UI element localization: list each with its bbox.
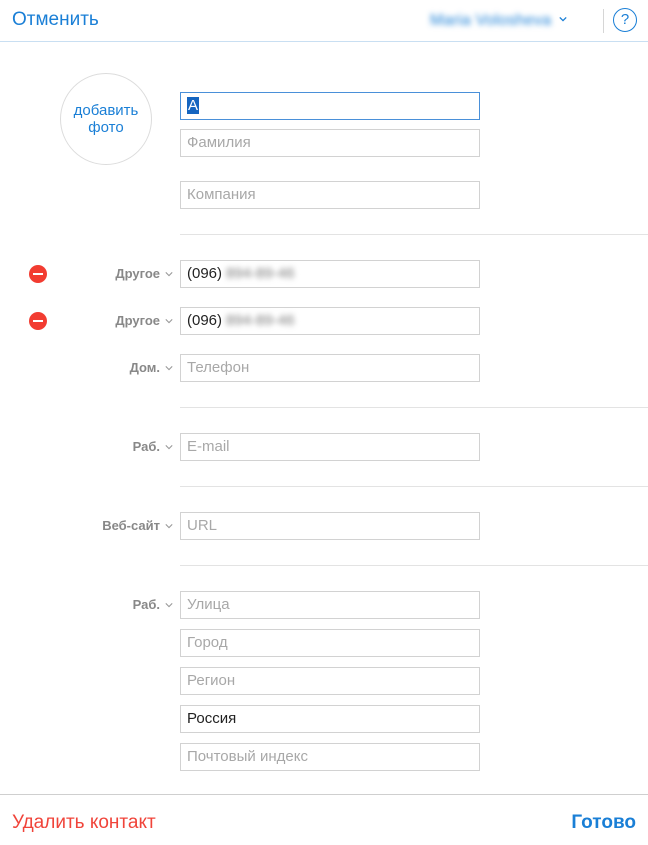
chevron-down-icon bbox=[165, 523, 173, 528]
add-photo-label: добавить фото bbox=[73, 102, 139, 136]
phone-field[interactable]: Телефон bbox=[180, 354, 480, 382]
chevron-down-icon bbox=[165, 444, 173, 449]
region-field[interactable]: Регион bbox=[180, 667, 480, 695]
phone-type-select[interactable]: Другое bbox=[115, 313, 173, 328]
postal-code-field[interactable]: Почтовый индекс bbox=[180, 743, 480, 771]
phone-field[interactable]: (096) 894-89-46 bbox=[180, 307, 480, 335]
website-type-label: Веб-сайт bbox=[102, 518, 160, 533]
account-menu[interactable]: Maria Volosheva bbox=[430, 10, 567, 32]
email-field[interactable]: E-mail bbox=[180, 433, 480, 461]
section-divider bbox=[180, 486, 648, 487]
delete-contact-button[interactable]: Удалить контакт bbox=[12, 812, 156, 834]
add-photo-button[interactable]: добавить фото bbox=[60, 73, 152, 165]
account-name: Maria Volosheva bbox=[430, 12, 552, 29]
street-field[interactable]: Улица bbox=[180, 591, 480, 619]
phone-prefix: (096) bbox=[187, 265, 223, 282]
phone-field[interactable]: (096) 894-89-46 bbox=[180, 260, 480, 288]
email-type-label: Раб. bbox=[132, 439, 160, 454]
first-name-value: А bbox=[187, 97, 200, 114]
phone-number-blurred: 894-89-46 bbox=[226, 265, 295, 282]
phone-type-select[interactable]: Другое bbox=[115, 266, 173, 281]
section-divider bbox=[180, 565, 648, 566]
phone-number-blurred: 894-89-46 bbox=[226, 312, 295, 329]
done-button[interactable]: Готово bbox=[571, 812, 636, 834]
phone-type-label: Другое bbox=[115, 266, 160, 281]
chevron-down-icon bbox=[165, 318, 173, 323]
first-name-field[interactable]: А bbox=[180, 92, 480, 120]
website-type-select[interactable]: Веб-сайт bbox=[102, 518, 173, 533]
header-bar: Отменить Maria Volosheva ? bbox=[0, 0, 648, 42]
delete-phone-button[interactable] bbox=[29, 312, 47, 330]
delete-phone-button[interactable] bbox=[29, 265, 47, 283]
country-field[interactable]: Россия bbox=[180, 705, 480, 733]
address-type-label: Раб. bbox=[132, 597, 160, 612]
phone-type-label: Другое bbox=[115, 313, 160, 328]
cancel-button[interactable]: Отменить bbox=[12, 9, 99, 31]
chevron-down-icon bbox=[165, 271, 173, 276]
phone-prefix: (096) bbox=[187, 312, 223, 329]
footer-bar: Удалить контакт Готово bbox=[0, 794, 648, 845]
chevron-down-icon bbox=[559, 16, 567, 22]
company-field[interactable]: Компания bbox=[180, 181, 480, 209]
header-divider bbox=[603, 9, 604, 33]
phone-type-label: Дом. bbox=[129, 360, 160, 375]
city-field[interactable]: Город bbox=[180, 629, 480, 657]
last-name-field[interactable]: Фамилия bbox=[180, 129, 480, 157]
email-type-select[interactable]: Раб. bbox=[133, 439, 173, 454]
address-type-select[interactable]: Раб. bbox=[133, 597, 173, 612]
help-icon[interactable]: ? bbox=[613, 8, 637, 32]
chevron-down-icon bbox=[165, 602, 173, 607]
phone-type-select[interactable]: Дом. bbox=[130, 360, 173, 375]
section-divider bbox=[180, 234, 648, 235]
chevron-down-icon bbox=[165, 365, 173, 370]
section-divider bbox=[180, 407, 648, 408]
url-field[interactable]: URL bbox=[180, 512, 480, 540]
